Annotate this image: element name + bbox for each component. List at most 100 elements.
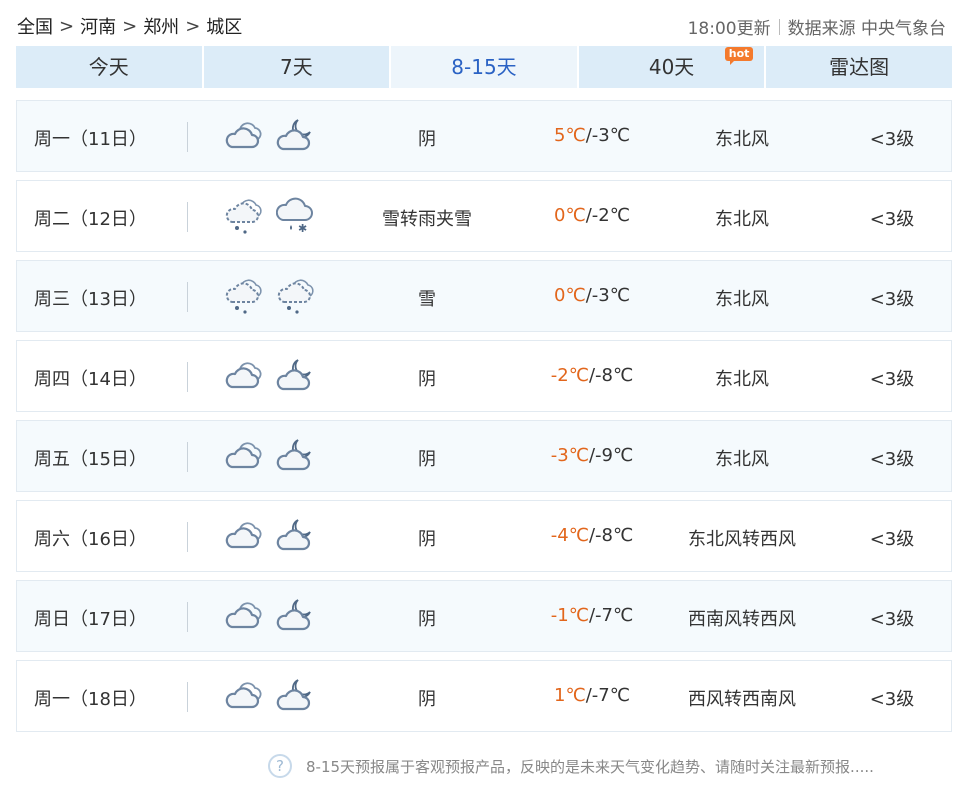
tab-label: 今天	[88, 55, 129, 79]
weather-description: 阴	[418, 369, 436, 390]
weather-icons	[224, 355, 318, 397]
day-label: 周日（17日）	[34, 609, 147, 630]
update-info: 18:00更新 数据来源 中央气象台	[688, 14, 946, 39]
low-temp: -3℃	[591, 285, 630, 306]
breadcrumb-item-district: 城区	[206, 17, 243, 38]
day-label: 周一（18日）	[34, 689, 147, 710]
temperature-range: 0℃/-2℃	[507, 205, 677, 226]
high-temp: -2℃	[550, 365, 589, 386]
weather-icons	[224, 275, 318, 317]
low-temp: -8℃	[595, 525, 634, 546]
high-temp: -3℃	[550, 445, 589, 466]
row-divider	[187, 202, 188, 232]
wind-direction: 东北风转西风	[688, 529, 796, 550]
breadcrumb-separator: >	[185, 15, 201, 37]
night-cloud-icon	[276, 115, 318, 157]
day-label: 周三（13日）	[34, 289, 147, 310]
low-temp: -2℃	[591, 205, 630, 226]
weather-description: 阴	[418, 689, 436, 710]
wind-direction: 西南风转西风	[688, 609, 796, 630]
high-temp: 1℃	[554, 685, 586, 706]
high-temp: 0℃	[554, 285, 586, 306]
sleet-icon: ✱	[275, 195, 318, 237]
help-icon[interactable]: ?	[268, 754, 292, 778]
row-divider	[187, 442, 188, 472]
wind-level: <3级	[869, 689, 915, 710]
forecast-row[interactable]: 周六（16日） 阴 -4℃/-8℃ 东北风转西风 <3级	[16, 500, 952, 572]
cloudy-icon	[224, 595, 266, 637]
temperature-range: -1℃/-7℃	[507, 605, 677, 626]
day-label: 周六（16日）	[34, 529, 147, 550]
row-divider	[187, 522, 188, 552]
row-divider	[187, 362, 188, 392]
low-temp: -7℃	[591, 685, 630, 706]
tab-label: 7天	[280, 55, 313, 79]
snow-icon	[224, 275, 266, 317]
cloudy-icon	[224, 675, 266, 717]
high-temp: -1℃	[550, 605, 589, 626]
tab-today[interactable]: 今天	[16, 46, 204, 88]
meta-divider	[778, 18, 780, 35]
row-divider	[187, 282, 188, 312]
snow-icon	[276, 275, 318, 317]
day-label: 周四（14日）	[34, 369, 147, 390]
tab-radar[interactable]: 雷达图	[766, 46, 952, 88]
high-temp: 0℃	[554, 205, 586, 226]
wind-direction: 东北风	[715, 289, 769, 310]
wind-direction: 东北风	[715, 369, 769, 390]
weather-description: 阴	[418, 449, 436, 470]
wind-level: <3级	[869, 449, 915, 470]
breadcrumb-separator: >	[122, 15, 138, 37]
forecast-row[interactable]: 周四（14日） 阴 -2℃/-8℃ 东北风 <3级	[16, 340, 952, 412]
forecast-row[interactable]: 周五（15日） 阴 -3℃/-9℃ 东北风 <3级	[16, 420, 952, 492]
tab-label: 8-15天	[451, 55, 517, 79]
tab-7-days[interactable]: 7天	[203, 46, 392, 88]
row-divider	[187, 682, 188, 712]
wind-level: <3级	[869, 609, 915, 630]
weather-icons: ✱	[224, 195, 318, 237]
temperature-range: -3℃/-9℃	[507, 445, 677, 466]
cloudy-icon	[224, 115, 266, 157]
forecast-row[interactable]: 周一（11日） 阴 5℃/-3℃ 东北风 <3级	[16, 100, 952, 172]
cloudy-icon	[224, 435, 266, 477]
temperature-range: -4℃/-8℃	[507, 525, 677, 546]
top-bar: 全国 > 河南 > 郑州 > 城区 18:00更新 数据来源 中央气象台	[0, 0, 960, 46]
high-temp: -4℃	[550, 525, 589, 546]
night-cloud-icon	[276, 435, 318, 477]
forecast-row[interactable]: 周一（18日） 阴 1℃/-7℃ 西风转西南风 <3级	[16, 660, 952, 732]
footer-note: ? 8-15天预报属于客观预报产品，反映的是未来天气变化趋势、请随时关注最新预报…	[268, 754, 874, 778]
cloudy-icon	[224, 515, 266, 557]
weather-icons	[224, 595, 318, 637]
tab-40-days[interactable]: 40天 hot	[578, 46, 767, 88]
low-temp: -8℃	[595, 365, 634, 386]
wind-level: <3级	[869, 529, 915, 550]
night-cloud-icon	[276, 515, 318, 557]
temperature-range: -2℃/-8℃	[507, 365, 677, 386]
weather-icons	[224, 435, 318, 477]
temperature-range: 0℃/-3℃	[507, 285, 677, 306]
weather-description: 雪转雨夹雪	[382, 209, 472, 230]
data-source: 数据来源 中央气象台	[787, 19, 946, 39]
forecast-row[interactable]: 周二（12日） ✱ 雪转雨夹雪 0℃/-2℃ 东北风 <3级	[16, 180, 952, 252]
tab-8-15-days[interactable]: 8-15天	[391, 46, 579, 88]
weather-description: 雪	[418, 289, 436, 310]
breadcrumb: 全国 > 河南 > 郑州 > 城区	[17, 13, 242, 39]
update-time: 18:00更新	[687, 19, 771, 39]
wind-level: <3级	[869, 369, 915, 390]
weather-description: 阴	[418, 129, 436, 150]
temperature-range: 1℃/-7℃	[507, 685, 677, 706]
night-cloud-icon	[276, 355, 318, 397]
wind-level: <3级	[869, 129, 915, 150]
breadcrumb-item-country[interactable]: 全国	[17, 13, 53, 39]
day-label: 周一（11日）	[34, 129, 147, 150]
breadcrumb-separator: >	[59, 15, 75, 37]
forecast-row[interactable]: 周日（17日） 阴 -1℃/-7℃ 西南风转西风 <3级	[16, 580, 952, 652]
high-temp: 5℃	[554, 125, 586, 146]
hot-badge: hot	[724, 47, 754, 65]
breadcrumb-item-province[interactable]: 河南	[80, 13, 116, 39]
wind-level: <3级	[869, 289, 915, 310]
wind-direction: 东北风	[715, 209, 769, 230]
breadcrumb-item-city[interactable]: 郑州	[143, 13, 179, 39]
forecast-row[interactable]: 周三（13日） 雪 0℃/-3℃ 东北风 <3级	[16, 260, 952, 332]
cloudy-icon	[224, 355, 266, 397]
